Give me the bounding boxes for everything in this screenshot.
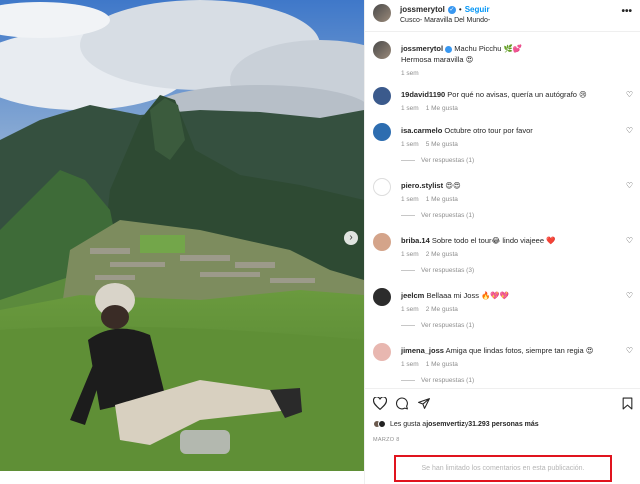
- comment-like-heart-icon[interactable]: ♡: [626, 236, 633, 245]
- liker-avatar: [378, 420, 386, 428]
- likes-count[interactable]: 31.293 personas más: [468, 421, 538, 428]
- comment-like-heart-icon[interactable]: ♡: [626, 90, 633, 99]
- bookmark-icon[interactable]: [622, 397, 633, 410]
- paper-plane-icon[interactable]: [417, 397, 431, 410]
- caption-text-line1: Machu Picchu 🌿💕: [454, 44, 523, 53]
- separator: •: [458, 5, 462, 14]
- commenter-avatar[interactable]: [373, 178, 391, 196]
- view-replies-link[interactable]: Ver respuestas (1): [401, 377, 474, 384]
- liker-username[interactable]: josemvertiz: [426, 421, 465, 428]
- comment-username[interactable]: jeelcm: [401, 291, 424, 300]
- comment-time: 1 sem: [401, 306, 419, 313]
- post-header: jossmerytol ✓ • Seguir Cusco- Maravilla …: [365, 0, 640, 32]
- more-options-icon[interactable]: •••: [621, 6, 632, 17]
- post-side-panel: jossmerytol ✓ • Seguir Cusco- Maravilla …: [364, 0, 640, 484]
- comment-time: 1 sem: [401, 105, 419, 112]
- comment-like-heart-icon[interactable]: ♡: [626, 291, 633, 300]
- machu-picchu-photo: [0, 0, 364, 471]
- view-replies-link[interactable]: Ver respuestas (3): [401, 267, 474, 274]
- divider: [401, 160, 415, 161]
- view-replies-link[interactable]: Ver respuestas (1): [401, 212, 474, 219]
- comment-username[interactable]: 19david1190: [401, 90, 445, 99]
- comment-likes[interactable]: 1 Me gusta: [426, 105, 458, 112]
- commenter-avatar[interactable]: [373, 87, 391, 105]
- comment-username[interactable]: jimena_joss: [401, 346, 444, 355]
- comments-list: jossmerytol Machu Picchu 🌿💕 Hermosa mara…: [365, 33, 640, 388]
- comment-likes[interactable]: 1 Me gusta: [426, 361, 458, 368]
- comment-text: Amiga que lindas fotos, siempre tan regi…: [445, 346, 594, 355]
- verified-badge-icon: ✓: [447, 5, 456, 14]
- divider: [401, 325, 415, 326]
- commenter-avatar[interactable]: [373, 288, 391, 306]
- likes-summary[interactable]: Les gusta a josemvertiz y 31.293 persona…: [373, 420, 539, 428]
- likes-prefix: Les gusta a: [390, 420, 427, 428]
- comment-username[interactable]: isa.carmelo: [401, 126, 442, 135]
- post-photo: ›: [0, 0, 364, 471]
- comment-text: Bellaaa mi Joss 🔥💖💖: [426, 291, 510, 300]
- commenter-avatar[interactable]: [373, 123, 391, 141]
- author-avatar[interactable]: [373, 4, 391, 22]
- heart-icon[interactable]: [373, 397, 387, 410]
- comment-time: 1 sem: [401, 361, 419, 368]
- comment-text: Por qué no avisas, quería un autógrafo 😢: [447, 90, 587, 99]
- view-replies-label: Ver respuestas (1): [421, 157, 475, 164]
- divider: [401, 270, 415, 271]
- verified-badge-icon: [445, 45, 453, 53]
- view-replies-label: Ver respuestas (1): [421, 322, 475, 329]
- next-photo-button[interactable]: ›: [344, 231, 358, 245]
- view-replies-label: Ver respuestas (3): [421, 267, 475, 274]
- divider: [401, 215, 415, 216]
- comments-limited-notice: Se han limitado los comentarios en esta …: [394, 455, 612, 482]
- author-avatar[interactable]: [373, 41, 391, 59]
- commenter-avatar[interactable]: [373, 343, 391, 361]
- caption-text-line2: Hermosa maravilla 😍: [401, 55, 474, 64]
- follow-button[interactable]: Seguir: [465, 5, 490, 14]
- comment-text: Sobre todo el tour😂 lindo viajeee ❤️: [431, 236, 556, 245]
- view-replies-label: Ver respuestas (1): [421, 377, 475, 384]
- comment-like-heart-icon[interactable]: ♡: [626, 181, 633, 190]
- post-location[interactable]: Cusco- Maravilla Del Mundo-: [400, 17, 490, 24]
- caption-time: 1 sem: [401, 70, 419, 77]
- divider: [401, 380, 415, 381]
- view-replies-link[interactable]: Ver respuestas (1): [401, 157, 474, 164]
- comment-username[interactable]: briba.14: [401, 236, 430, 245]
- comment-text: 😍😍: [445, 181, 461, 190]
- comment-time: 1 sem: [401, 141, 419, 148]
- comment-like-heart-icon[interactable]: ♡: [626, 126, 633, 135]
- commenter-avatar[interactable]: [373, 233, 391, 251]
- view-replies-link[interactable]: Ver respuestas (1): [401, 322, 474, 329]
- view-replies-label: Ver respuestas (1): [421, 212, 475, 219]
- comment-likes[interactable]: 5 Me gusta: [426, 141, 458, 148]
- comment-time: 1 sem: [401, 251, 419, 258]
- post-date: MARZO 8: [373, 437, 400, 443]
- comment-time: 1 sem: [401, 196, 419, 203]
- comment-username[interactable]: piero.stylist: [401, 181, 443, 190]
- comment-likes[interactable]: 1 Me gusta: [426, 196, 458, 203]
- chevron-right-icon: ›: [349, 232, 353, 243]
- comment-icon[interactable]: [395, 397, 409, 410]
- author-username[interactable]: jossmerytol: [400, 5, 445, 14]
- comment-text: Octubre otro tour por favor: [444, 126, 533, 135]
- caption-username[interactable]: jossmerytol: [401, 44, 443, 53]
- comment-likes[interactable]: 2 Me gusta: [426, 306, 458, 313]
- comment-likes[interactable]: 2 Me gusta: [426, 251, 458, 258]
- comment-like-heart-icon[interactable]: ♡: [626, 346, 633, 355]
